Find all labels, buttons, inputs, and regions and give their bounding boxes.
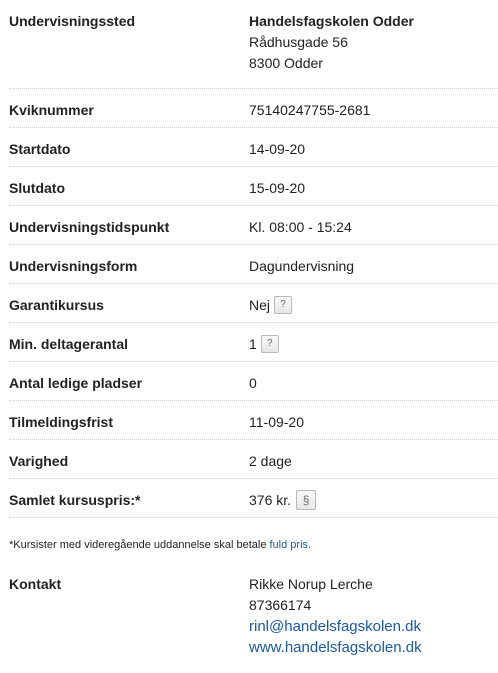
- value-undervisningsform: Dagundervisning: [249, 258, 355, 274]
- min-deltagerantal-value: 1: [249, 336, 257, 352]
- value-startdato: 14-09-20: [249, 141, 306, 157]
- price-footnote: *Kursister med videregående uddannelse s…: [9, 539, 311, 551]
- row-tilmeldingsfrist: Tilmeldingsfrist 11-09-20: [9, 401, 497, 440]
- value-undervisningstidspunkt: Kl. 08:00 - 15:24: [249, 219, 352, 235]
- value-slutdato: 15-09-20: [249, 180, 306, 196]
- label-undervisningssted: Undervisningssted: [9, 13, 136, 29]
- contact-email-link[interactable]: rinl@handelsfagskolen.dk: [249, 616, 497, 637]
- label-undervisningsform: Undervisningsform: [9, 258, 138, 274]
- contact-website-link[interactable]: www.handelsfagskolen.dk: [249, 637, 497, 658]
- garantikursus-value: Nej: [249, 297, 271, 313]
- row-samlet-kursuspris: Samlet kursuspris:* 376 kr. §: [9, 479, 497, 518]
- contact-name: Rikke Norup Lerche: [249, 576, 373, 592]
- contact-details: Rikke Norup Lerche 87366174 rinl@handels…: [249, 574, 497, 658]
- footnote-text: *Kursister med videregående uddannelse s…: [9, 539, 270, 551]
- label-min-deltagerantal: Min. deltagerantal: [9, 336, 129, 352]
- label-antal-ledige-pladser: Antal ledige pladser: [9, 375, 143, 391]
- label-garantikursus: Garantikursus: [9, 297, 104, 313]
- value-tilmeldingsfrist: 11-09-20: [249, 414, 305, 430]
- row-garantikursus: Garantikursus Nej?: [9, 284, 497, 323]
- label-tilmeldingsfrist: Tilmeldingsfrist: [9, 414, 113, 430]
- value-antal-ledige-pladser: 0: [249, 375, 257, 391]
- value-garantikursus: Nej?: [249, 284, 497, 322]
- label-kontakt: Kontakt: [9, 576, 62, 592]
- full-price-link[interactable]: fuld pris.: [270, 539, 312, 551]
- row-min-deltagerantal: Min. deltagerantal 1?: [9, 323, 497, 362]
- value-varighed: 2 dage: [249, 453, 292, 469]
- label-slutdato: Slutdato: [9, 180, 65, 196]
- value-samlet-kursuspris: 376 kr. §: [249, 479, 497, 517]
- contact-section: Kontakt Rikke Norup Lerche 87366174 rinl…: [9, 574, 497, 658]
- value-kviknummer: 75140247755-2681: [249, 102, 371, 118]
- value-undervisningssted: Handelsfagskolen Odder Rådhusgade 56 830…: [249, 0, 497, 88]
- kursuspris-value: 376 kr.: [249, 492, 292, 508]
- help-icon[interactable]: ?: [274, 296, 293, 315]
- location-city: 8300 Odder: [249, 55, 323, 71]
- value-min-deltagerantal: 1?: [249, 323, 497, 361]
- course-details-table: Undervisningssted Handelsfagskolen Odder…: [9, 0, 497, 518]
- row-antal-ledige-pladser: Antal ledige pladser 0: [9, 362, 497, 401]
- label-varighed: Varighed: [9, 453, 69, 469]
- row-undervisningsform: Undervisningsform Dagundervisning: [9, 245, 497, 284]
- row-slutdato: Slutdato 15-09-20: [9, 167, 497, 206]
- label-samlet-kursuspris: Samlet kursuspris:*: [9, 492, 141, 508]
- row-undervisningstidspunkt: Undervisningstidspunkt Kl. 08:00 - 15:24: [9, 206, 497, 245]
- label-undervisningstidspunkt: Undervisningstidspunkt: [9, 219, 170, 235]
- location-name: Handelsfagskolen Odder: [249, 13, 414, 29]
- paragraph-icon[interactable]: §: [296, 490, 317, 511]
- contact-phone: 87366174: [249, 597, 312, 613]
- row-undervisningssted: Undervisningssted Handelsfagskolen Odder…: [9, 0, 497, 89]
- row-varighed: Varighed 2 dage: [9, 440, 497, 479]
- help-icon[interactable]: ?: [260, 335, 279, 354]
- label-kviknummer: Kviknummer: [9, 102, 94, 118]
- label-startdato: Startdato: [9, 141, 71, 157]
- row-startdato: Startdato 14-09-20: [9, 128, 497, 167]
- row-kviknummer: Kviknummer 75140247755-2681: [9, 89, 497, 128]
- location-street: Rådhusgade 56: [249, 34, 348, 50]
